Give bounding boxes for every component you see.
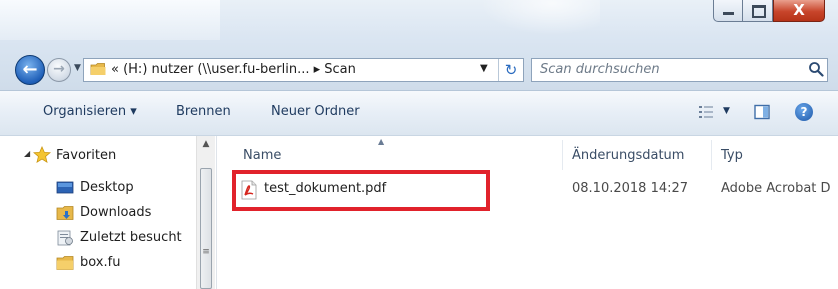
refresh-icon[interactable]: ↻ (498, 59, 523, 81)
file-type: Adobe Acrobat D (721, 181, 831, 196)
column-header-name[interactable]: Name (243, 148, 281, 163)
sort-ascending-icon: ▲ (378, 137, 385, 146)
search-icon[interactable] (808, 61, 824, 77)
recent-pages-dropdown[interactable]: ▼ (74, 63, 81, 73)
forward-button[interactable]: → (47, 58, 71, 82)
address-bar[interactable]: « (H:) nutzer (\\user.fu-berlin... ▸ Sca… (83, 58, 524, 82)
nav-item-label: Zuletzt besucht (80, 230, 182, 245)
column-header-date[interactable]: Änderungsdatum (572, 148, 684, 163)
file-name[interactable]: test_dokument.pdf (264, 181, 386, 196)
preview-pane-icon[interactable] (754, 104, 770, 120)
pdf-file-icon[interactable] (240, 180, 258, 200)
view-options-dropdown[interactable]: ▼ (723, 106, 730, 116)
back-arrow-icon: ← (22, 59, 38, 80)
search-box[interactable]: Scan durchsuchen (531, 58, 828, 82)
help-icon[interactable]: ? (795, 103, 813, 121)
search-input[interactable]: Scan durchsuchen (540, 62, 660, 77)
back-button[interactable]: ← (15, 55, 45, 85)
favorites-star-icon (33, 146, 51, 163)
title-bar-glass (0, 0, 220, 40)
column-header-type[interactable]: Typ (721, 148, 743, 163)
column-separator[interactable] (562, 140, 563, 170)
close-button[interactable]: X (773, 0, 825, 22)
expand-arrow-icon[interactable]: ◢ (24, 149, 30, 158)
file-modified-date: 08.10.2018 14:27 (572, 181, 689, 196)
change-view-icon[interactable] (698, 105, 714, 119)
folder-icon (90, 63, 106, 75)
maximize-icon (752, 5, 766, 18)
nav-item-label: box.fu (80, 255, 121, 270)
command-bar: Organisieren ▾ Brennen Neuer Ordner ▼ ? (0, 90, 838, 136)
nav-item-label: Desktop (80, 180, 134, 195)
folder-icon (56, 256, 74, 270)
scroll-up-arrow-icon[interactable]: ▲ (197, 139, 215, 149)
column-separator[interactable] (711, 140, 712, 170)
recent-places-icon (57, 230, 73, 246)
minimize-button[interactable] (713, 0, 743, 22)
pane-divider[interactable] (216, 136, 217, 289)
downloads-folder-icon (56, 206, 74, 220)
burn-button[interactable]: Brennen (176, 104, 231, 119)
minimize-icon (723, 12, 734, 15)
address-path[interactable]: « (H:) nutzer (\\user.fu-berlin... ▸ Sca… (111, 62, 356, 77)
close-icon: X (793, 1, 805, 19)
favorites-label[interactable]: Favoriten (56, 148, 116, 163)
nav-scrollbar[interactable]: ▲ ≡ (196, 136, 215, 289)
scrollbar-thumb[interactable]: ≡ (200, 168, 212, 289)
desktop-icon (56, 181, 74, 194)
address-dropdown-icon[interactable]: ▼ (480, 63, 488, 74)
forward-arrow-icon: → (53, 61, 65, 77)
title-bar-highlight (480, 0, 600, 35)
new-folder-button[interactable]: Neuer Ordner (271, 104, 360, 119)
nav-item-label: Downloads (80, 205, 152, 220)
maximize-button[interactable] (743, 0, 773, 22)
organize-button[interactable]: Organisieren ▾ (43, 104, 137, 119)
navigation-pane: ◢ Favoriten Desktop Downloads Zuletzt be… (0, 136, 216, 289)
scrollbar-grip-icon: ≡ (202, 247, 210, 257)
